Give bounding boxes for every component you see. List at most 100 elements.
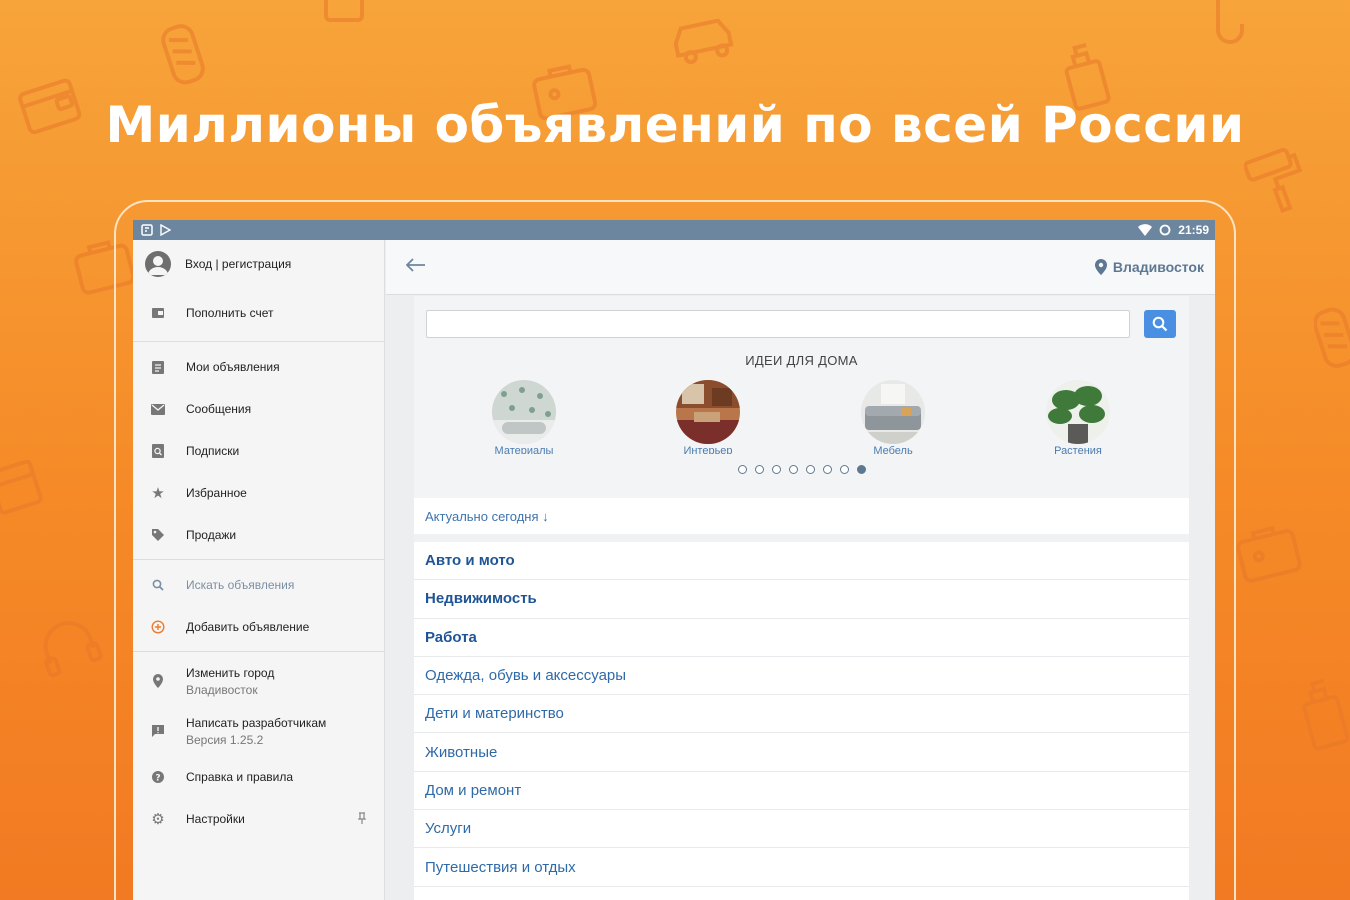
search-button[interactable] bbox=[1144, 310, 1176, 338]
drawer-item-search[interactable]: Искать объявления bbox=[133, 564, 384, 606]
divider bbox=[133, 341, 384, 342]
avatar bbox=[145, 251, 171, 277]
app-notification-icon bbox=[141, 224, 153, 236]
category-item[interactable]: Животные bbox=[414, 733, 1189, 772]
drawer-item-label: Написать разработчикам bbox=[186, 715, 327, 730]
main-panel: Владивосток ИДЕИ ДЛЯ ДОМА Материалы Инте… bbox=[386, 240, 1215, 900]
category-item[interactable]: Одежда, обувь и аксессуары bbox=[414, 657, 1189, 696]
category-item[interactable]: Работа bbox=[414, 619, 1189, 657]
drawer-item-my-ads[interactable]: Мои объявления bbox=[133, 346, 384, 388]
carousel-dot[interactable] bbox=[788, 465, 798, 474]
drawer-item-subscriptions[interactable]: Подписки bbox=[133, 430, 384, 472]
carousel-dot[interactable] bbox=[754, 465, 764, 474]
wifi-icon bbox=[1138, 224, 1153, 236]
category-item[interactable]: Услуги bbox=[414, 810, 1189, 849]
drawer-item-messages[interactable]: Сообщения bbox=[133, 388, 384, 430]
idea-label: Материалы bbox=[494, 445, 554, 454]
content-card: ИДЕИ ДЛЯ ДОМА Материалы Интерьер Мебель … bbox=[414, 296, 1189, 900]
drawer-item-help[interactable]: ? Справка и правила bbox=[133, 756, 384, 798]
divider bbox=[133, 651, 384, 652]
category-list: Авто и мото Недвижимость Работа Одежда, обу… bbox=[414, 542, 1189, 887]
roller-icon bbox=[1244, 147, 1303, 214]
navigation-drawer: Вход | регистрация Пополнить счет Мои об… bbox=[133, 240, 385, 900]
tire-icon-right bbox=[1314, 307, 1350, 368]
gear-icon: ⚙ bbox=[151, 811, 165, 828]
carousel-dot[interactable] bbox=[822, 465, 832, 474]
drawer-item-label: Добавить объявление bbox=[186, 620, 310, 634]
drawer-item-label: Искать объявления bbox=[186, 578, 295, 592]
drawer-item-label: Подписки bbox=[186, 444, 240, 458]
category-item[interactable]: Путешествия и отдых bbox=[414, 848, 1189, 887]
drawer-item-label: Справка и правила bbox=[186, 770, 294, 784]
box-icon bbox=[324, 0, 364, 22]
pin-icon[interactable] bbox=[357, 811, 367, 827]
drawer-item-topup[interactable]: Пополнить счет bbox=[133, 288, 384, 338]
actual-today-link[interactable]: Актуально сегодня ↓ bbox=[414, 498, 1189, 542]
carousel-dot[interactable] bbox=[805, 465, 815, 474]
carousel-pagination[interactable] bbox=[414, 465, 1189, 474]
drawer-item-add-ad[interactable]: Добавить объявление bbox=[133, 606, 384, 648]
svg-text:?: ? bbox=[155, 774, 160, 784]
search-input[interactable] bbox=[426, 310, 1130, 338]
idea-image bbox=[861, 380, 925, 444]
box-icon-left bbox=[0, 459, 43, 515]
play-store-icon bbox=[160, 224, 171, 236]
help-icon: ? bbox=[149, 768, 167, 786]
drawer-item-login[interactable]: Вход | регистрация bbox=[133, 240, 384, 288]
carousel-dot[interactable] bbox=[771, 465, 781, 474]
category-item[interactable]: Дети и материнство bbox=[414, 695, 1189, 734]
location-pin-icon bbox=[149, 672, 167, 690]
category-item[interactable]: Недвижимость bbox=[414, 580, 1189, 619]
car-icon bbox=[673, 18, 734, 65]
drawer-item-label: Вход | регистрация bbox=[185, 257, 292, 271]
carousel-dot[interactable] bbox=[737, 465, 747, 474]
drawer-item-sublabel: Версия 1.25.2 bbox=[186, 732, 264, 747]
ideas-title: ИДЕИ ДЛЯ ДОМА bbox=[745, 353, 858, 368]
clipboard-icon bbox=[149, 358, 167, 376]
battery-icon bbox=[1159, 224, 1171, 236]
city-label: Владивосток bbox=[1112, 259, 1204, 275]
headline: Миллионы объявлений по всей России bbox=[105, 96, 1245, 154]
back-arrow-icon[interactable] bbox=[405, 257, 426, 277]
top-bar: Владивосток bbox=[386, 240, 1215, 295]
feedback-icon bbox=[149, 722, 167, 740]
wallet-icon bbox=[149, 304, 167, 322]
drawer-item-label: Избранное bbox=[186, 486, 247, 500]
location-pin-icon bbox=[1094, 259, 1107, 275]
category-item[interactable]: Дом и ремонт bbox=[414, 772, 1189, 811]
tire-icon bbox=[161, 24, 205, 85]
bottle-icon-right bbox=[1302, 678, 1350, 751]
drawer-item-label: Продажи bbox=[186, 528, 237, 542]
search-area: ИДЕИ ДЛЯ ДОМА Материалы Интерьер Мебель … bbox=[414, 296, 1189, 498]
drawer-item-sales[interactable]: Продажи bbox=[133, 514, 384, 556]
app-screen: 21:59 Вход | регистрация Пополнить счет … bbox=[133, 220, 1215, 900]
idea-label: Растения bbox=[1054, 445, 1102, 454]
idea-materials[interactable]: Материалы bbox=[474, 380, 574, 454]
user-icon bbox=[148, 256, 168, 275]
drawer-item-sublabel: Владивосток bbox=[186, 682, 258, 697]
drawer-item-label: Настройки bbox=[186, 812, 245, 826]
drawer-item-settings[interactable]: ⚙ Настройки bbox=[133, 798, 384, 840]
drawer-item-favorites[interactable]: ★ Избранное bbox=[133, 472, 384, 514]
idea-image bbox=[1046, 380, 1110, 444]
search-icon bbox=[149, 576, 167, 594]
divider bbox=[133, 559, 384, 560]
idea-image bbox=[492, 380, 556, 444]
saved-search-icon bbox=[149, 442, 167, 460]
status-bar: 21:59 bbox=[133, 220, 1215, 240]
idea-furniture[interactable]: Мебель bbox=[843, 380, 943, 454]
headphones-icon bbox=[43, 621, 103, 678]
idea-plants[interactable]: Растения bbox=[1028, 380, 1128, 454]
idea-image bbox=[676, 380, 740, 444]
drawer-item-feedback[interactable]: Написать разработчикам Версия 1.25.2 bbox=[133, 706, 384, 756]
carousel-dot[interactable] bbox=[839, 465, 849, 474]
drawer-item-label: Сообщения bbox=[186, 402, 252, 416]
category-item[interactable]: Авто и мото bbox=[414, 542, 1189, 581]
idea-label: Интерьер bbox=[683, 445, 733, 454]
star-icon: ★ bbox=[151, 485, 165, 502]
city-selector[interactable]: Владивосток bbox=[1094, 259, 1204, 275]
idea-interior[interactable]: Интерьер bbox=[658, 380, 758, 454]
carousel-dot[interactable] bbox=[856, 465, 866, 474]
clock: 21:59 bbox=[1178, 223, 1209, 237]
drawer-item-change-city[interactable]: Изменить город Владивосток bbox=[133, 656, 384, 706]
